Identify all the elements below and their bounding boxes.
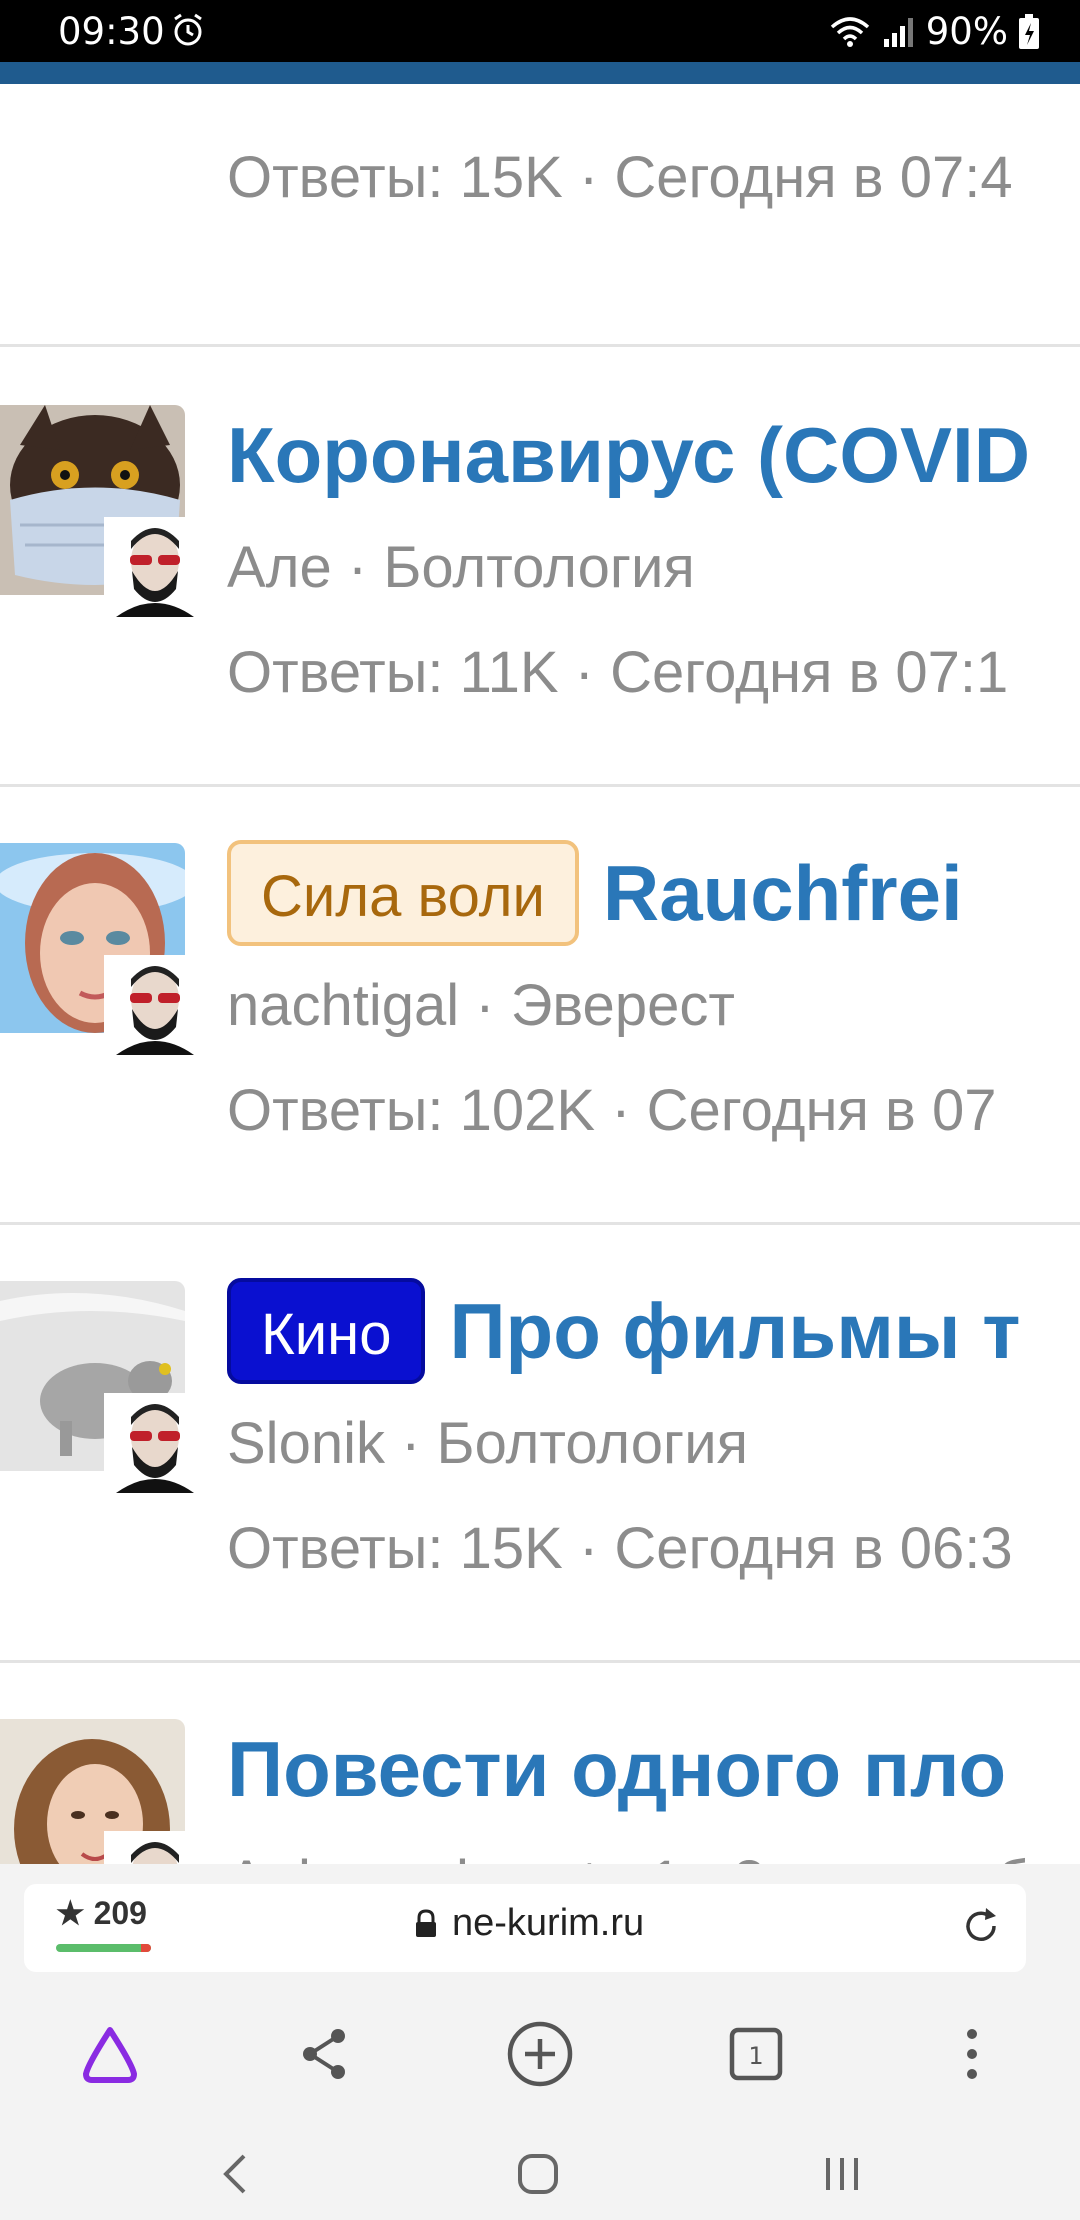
thread-author-forum[interactable]: nachtigal · Эверест <box>227 972 735 1039</box>
last-poster-avatar[interactable] <box>104 1393 206 1495</box>
browser-bottom-panel: ★ 209 ne-kurim.ru 1 <box>0 1864 1080 2220</box>
site-header-strip <box>0 62 1080 84</box>
rating-progress-bar <box>56 1944 152 1952</box>
nav-home-button[interactable] <box>508 2144 568 2204</box>
new-tab-button[interactable] <box>502 2016 578 2092</box>
thread-prefix-badge[interactable]: Кино <box>227 1278 426 1384</box>
bearded-man-avatar-image <box>106 519 204 617</box>
system-nav-bar <box>0 2126 1080 2220</box>
site-rating-value: 209 <box>93 1895 147 1931</box>
share-button[interactable] <box>286 2016 362 2092</box>
nav-back-button[interactable] <box>205 2144 265 2204</box>
thread-author-forum[interactable]: Slonik · Болтология <box>227 1410 748 1477</box>
tabs-button[interactable]: 1 <box>718 2016 794 2092</box>
thread-author-forum[interactable]: Але · Болтология <box>227 534 695 601</box>
last-poster-avatar[interactable] <box>104 1831 206 1864</box>
thread-title-row: Сила воли Rauchfrei <box>227 837 963 949</box>
home-icon <box>518 2154 558 2194</box>
thread-author-forum[interactable]: Anka_pulemet · 1 - 3 месяца б <box>227 1848 1029 1864</box>
thread-prefix-badge[interactable]: Сила воли <box>227 840 579 946</box>
tab-count: 1 <box>748 2042 763 2070</box>
bearded-man-avatar-image <box>106 1395 204 1493</box>
thread-stats: Ответы: 15K · Сегодня в 07:4 <box>227 145 1013 210</box>
last-poster-avatar[interactable] <box>104 517 206 619</box>
battery-icon <box>1019 13 1039 49</box>
tabs-icon: 1 <box>729 2027 783 2081</box>
signal-icon <box>883 17 913 47</box>
thread-title-row: Коронавирус (COVID <box>227 399 1030 511</box>
browser-toolbar: 1 <box>0 1984 1080 2124</box>
thread-stats: Ответы: 102K · Сегодня в 07 <box>227 1078 997 1143</box>
thread-list: Ответы: 15K · Сегодня в 07:4 Коронавирус… <box>0 84 1080 1864</box>
thread-title[interactable]: Про фильмы т <box>449 1286 1020 1377</box>
thread-title[interactable]: Повести одного пло <box>227 1724 1006 1815</box>
share-icon <box>303 2029 345 2079</box>
battery-percent: 90% <box>925 10 1008 53</box>
thread-title[interactable]: Коронавирус (COVID <box>227 410 1030 501</box>
thread-stats: Ответы: 11K · Сегодня в 07:1 <box>227 640 1009 705</box>
status-bar: 09:30 90% <box>0 0 1080 62</box>
thread-item[interactable]: Ответы: 15K · Сегодня в 07:4 <box>0 84 1080 347</box>
more-vertical-icon <box>967 2029 977 2079</box>
lock-icon <box>416 1908 436 1937</box>
thread-title[interactable]: Rauchfrei <box>603 848 963 939</box>
domain-text: ne-kurim.ru <box>452 1902 645 1944</box>
nav-recents-button[interactable] <box>812 2144 872 2204</box>
thread-stats: Ответы: 15K · Сегодня в 06:3 <box>227 1516 1013 1581</box>
reload-icon[interactable] <box>958 1904 1004 1950</box>
bearded-man-avatar-image <box>106 1833 204 1864</box>
bearded-man-avatar-image <box>106 957 204 1055</box>
site-rating[interactable]: ★ 209 <box>56 1894 147 1932</box>
thread-item[interactable]: Сила воли Rauchfrei nachtigal · Эверест … <box>0 787 1080 1225</box>
thread-item[interactable]: Коронавирус (COVID Але · Болтология Отве… <box>0 349 1080 787</box>
thread-title-row: Повести одного пло <box>227 1713 1006 1825</box>
recents-icon <box>826 2158 858 2190</box>
wifi-icon <box>830 16 869 47</box>
alice-button[interactable] <box>72 2016 148 2092</box>
alarm-icon <box>174 13 202 46</box>
status-icons: 90% <box>828 10 1040 53</box>
address-bar[interactable]: ★ 209 ne-kurim.ru <box>24 1884 1026 1972</box>
thread-item[interactable]: Повести одного пло Anka_pulemet · 1 - 3 … <box>0 1663 1080 1864</box>
thread-title-row: Кино Про фильмы т <box>227 1275 1020 1387</box>
alice-icon <box>83 2027 137 2083</box>
menu-button[interactable] <box>934 2016 1010 2092</box>
back-icon <box>223 2154 246 2194</box>
last-poster-avatar[interactable] <box>104 955 206 1057</box>
star-icon: ★ <box>56 1895 85 1931</box>
thread-item[interactable]: Кино Про фильмы т Slonik · Болтология От… <box>0 1225 1080 1663</box>
plus-circle-icon <box>507 2021 573 2087</box>
status-time: 09:30 <box>58 10 165 53</box>
url-display[interactable]: ne-kurim.ru <box>414 1902 644 1945</box>
